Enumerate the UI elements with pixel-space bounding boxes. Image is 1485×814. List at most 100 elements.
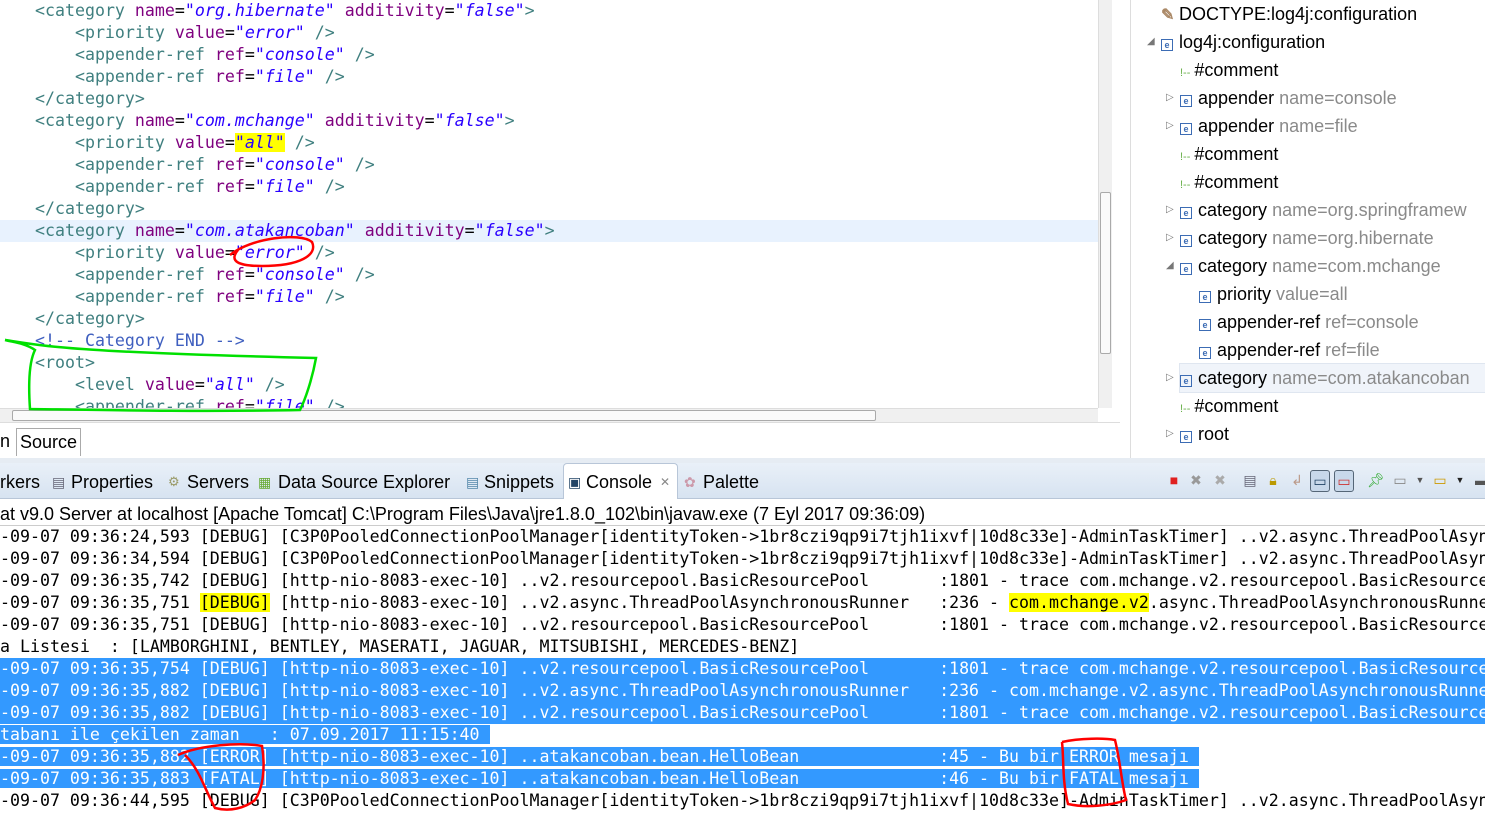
element-icon: e bbox=[1199, 319, 1211, 331]
show-on-stdout-icon[interactable]: ▭ bbox=[1310, 470, 1330, 492]
outline-item-attribute: name=file bbox=[1279, 116, 1358, 136]
chevron-down-icon[interactable]: ▼ bbox=[1450, 470, 1470, 490]
tab-properties[interactable]: Properties bbox=[71, 471, 153, 493]
element-icon: e bbox=[1199, 291, 1211, 303]
xml-token-punct: = bbox=[444, 1, 455, 20]
close-icon[interactable]: ✕ bbox=[660, 471, 670, 493]
comment-icon: !-- bbox=[1180, 67, 1191, 79]
outline-item[interactable]: e priority value=all bbox=[1199, 280, 1348, 308]
xml-source-editor[interactable]: <category name="org.hibernate" additivit… bbox=[0, 0, 1098, 408]
console-line: -09-07 09:36:35,751 [DEBUG] [http-nio-80… bbox=[0, 614, 1485, 636]
tab-data-source-explorer[interactable]: Data Source Explorer bbox=[278, 471, 450, 493]
remove-all-terminated-icon[interactable]: ✖ bbox=[1210, 470, 1230, 490]
xml-token-attr: value bbox=[164, 23, 225, 42]
xml-token-val: "all" bbox=[234, 133, 285, 152]
xml-token-tag: /> bbox=[344, 265, 375, 284]
outline-item[interactable]: e category name=com.atakancoban bbox=[1179, 363, 1485, 393]
console-text: -09-07 09:36:35,751 [DEBUG] [http-nio-80… bbox=[0, 615, 1485, 634]
outline-item[interactable]: !-- #comment bbox=[1180, 140, 1278, 168]
code-line: <priority value="error" /> bbox=[0, 22, 1098, 44]
xml-token-tag: <category bbox=[35, 221, 125, 240]
outline-item[interactable]: e appender name=file bbox=[1180, 112, 1358, 140]
collapsed-twisty-icon[interactable]: ▷ bbox=[1166, 372, 1174, 383]
console-line: -09-07 09:36:35,751 [DEBUG] [http-nio-80… bbox=[0, 592, 1485, 614]
tab-palette[interactable]: Palette bbox=[703, 471, 759, 493]
show-on-stderr-icon[interactable]: ▭ bbox=[1334, 470, 1354, 492]
outline-item[interactable]: !-- #comment bbox=[1180, 56, 1278, 84]
outline-item-label: appender-ref bbox=[1217, 312, 1321, 332]
console-line-text: -09-07 09:36:35,751 [DEBUG] [http-nio-80… bbox=[0, 593, 1485, 612]
xml-token-attr: value bbox=[134, 375, 195, 394]
tab-console[interactable]: Console bbox=[586, 471, 652, 493]
console-line: -09-07 09:36:44,595 [DEBUG] [C3P0PooledC… bbox=[0, 790, 1485, 812]
remove-launch-icon[interactable]: ✖ bbox=[1186, 470, 1206, 490]
collapsed-twisty-icon[interactable]: ▷ bbox=[1166, 204, 1174, 215]
outline-item[interactable]: e category name=org.springframew bbox=[1180, 196, 1467, 224]
console-line: -09-07 09:36:24,593 [DEBUG] [C3P0PooledC… bbox=[0, 526, 1485, 548]
console-text: -09-07 09:36:35,754 [DEBUG] [http-nio-80… bbox=[0, 659, 1485, 678]
outline-item[interactable]: e appender name=console bbox=[1180, 84, 1397, 112]
outline-item[interactable]: e category name=org.hibernate bbox=[1180, 224, 1434, 252]
open-console-icon[interactable]: ▭ bbox=[1430, 470, 1450, 490]
xml-token-attr: additivity bbox=[334, 1, 445, 20]
outline-item-label: root bbox=[1198, 424, 1230, 444]
comment-icon: !-- bbox=[1180, 151, 1191, 163]
element-icon: e bbox=[1180, 95, 1192, 107]
xml-token-punct: = bbox=[244, 45, 255, 64]
console-line-text: tabanı ile çekilen zaman : 07.09.2017 11… bbox=[0, 725, 490, 744]
tab-design[interactable]: n bbox=[0, 428, 10, 456]
console-line: -09-07 09:36:35,882 [DEBUG] [http-nio-80… bbox=[0, 702, 1485, 724]
collapsed-twisty-icon[interactable]: ▷ bbox=[1166, 92, 1174, 103]
outline-item[interactable]: e category name=com.mchange bbox=[1180, 252, 1441, 280]
tab-source[interactable]: Source bbox=[16, 428, 82, 456]
outline-item-label: #comment bbox=[1194, 172, 1279, 192]
outline-item[interactable]: !-- #comment bbox=[1180, 392, 1278, 420]
xml-token-punct: = bbox=[424, 111, 435, 130]
outline-item[interactable]: e appender-ref ref=file bbox=[1199, 336, 1380, 364]
highlighted-text: [DEBUG] bbox=[199, 593, 270, 612]
terminate-icon[interactable]: ■ bbox=[1164, 470, 1184, 490]
outline-item-label: appender bbox=[1198, 116, 1275, 136]
minimize-icon[interactable]: ▬ bbox=[1472, 470, 1485, 490]
expanded-twisty-icon[interactable]: ◢ bbox=[1166, 260, 1174, 271]
scroll-lock-icon[interactable]: 🔒︎ bbox=[1263, 470, 1283, 490]
outline-item-attribute: ref=file bbox=[1325, 340, 1380, 360]
editor-vertical-scroll-thumb[interactable] bbox=[1100, 192, 1111, 354]
pin-console-icon[interactable]: 📌︎ bbox=[1366, 470, 1386, 490]
editor-mode-tabs: n Source bbox=[0, 422, 1120, 458]
outline-item[interactable]: e appender-ref ref=console bbox=[1199, 308, 1419, 336]
xml-token-tag: /> bbox=[314, 287, 345, 306]
tab-markers[interactable]: rkers bbox=[0, 471, 40, 493]
xml-token-punct: = bbox=[244, 287, 255, 306]
tab-snippets[interactable]: Snippets bbox=[484, 471, 554, 493]
outline-item[interactable]: e root bbox=[1180, 420, 1229, 448]
xml-token-tag: <category bbox=[35, 111, 125, 130]
clear-console-icon[interactable]: ▤ bbox=[1240, 470, 1260, 490]
console-line: -09-07 09:36:35,882 [DEBUG] [http-nio-80… bbox=[0, 680, 1485, 702]
console-text: -09-07 09:36:24,593 [DEBUG] [C3P0PooledC… bbox=[0, 527, 1485, 546]
code-line: </category> bbox=[0, 308, 1098, 330]
console-output[interactable]: -09-07 09:36:24,593 [DEBUG] [C3P0PooledC… bbox=[0, 526, 1485, 814]
comment-icon: !-- bbox=[1180, 179, 1191, 191]
code-line: </category> bbox=[0, 88, 1098, 110]
editor-horizontal-scroll-thumb[interactable] bbox=[12, 410, 876, 421]
xml-token-attr: name bbox=[124, 221, 175, 240]
console-line-text: -09-07 09:36:35,751 [DEBUG] [http-nio-80… bbox=[0, 615, 1485, 634]
tab-servers[interactable]: Servers bbox=[187, 471, 249, 493]
chevron-down-icon[interactable]: ▼ bbox=[1410, 470, 1430, 490]
word-wrap-icon[interactable]: ↲ bbox=[1287, 470, 1307, 490]
collapsed-twisty-icon[interactable]: ▷ bbox=[1166, 232, 1174, 243]
xml-token-punct: = bbox=[244, 397, 255, 408]
expanded-twisty-icon[interactable]: ◢ bbox=[1147, 36, 1155, 47]
code-line: <appender-ref ref="console" /> bbox=[0, 264, 1098, 286]
outline-item[interactable]: e log4j:configuration bbox=[1161, 28, 1325, 56]
collapsed-twisty-icon[interactable]: ▷ bbox=[1166, 120, 1174, 131]
outline-item[interactable]: ✎ DOCTYPE:log4j:configuration bbox=[1161, 0, 1417, 28]
code-line: <category name="com.atakancoban" additiv… bbox=[0, 220, 1098, 242]
xml-token-val: "file" bbox=[254, 287, 315, 306]
console-text: a Listesi : [LAMBORGHINI, BENTLEY, MASER… bbox=[0, 637, 800, 656]
display-console-icon[interactable]: ▭ bbox=[1390, 470, 1410, 490]
console-text: -09-07 09:36:34,594 [DEBUG] [C3P0PooledC… bbox=[0, 549, 1485, 568]
collapsed-twisty-icon[interactable]: ▷ bbox=[1166, 428, 1174, 439]
outline-item[interactable]: !-- #comment bbox=[1180, 168, 1278, 196]
